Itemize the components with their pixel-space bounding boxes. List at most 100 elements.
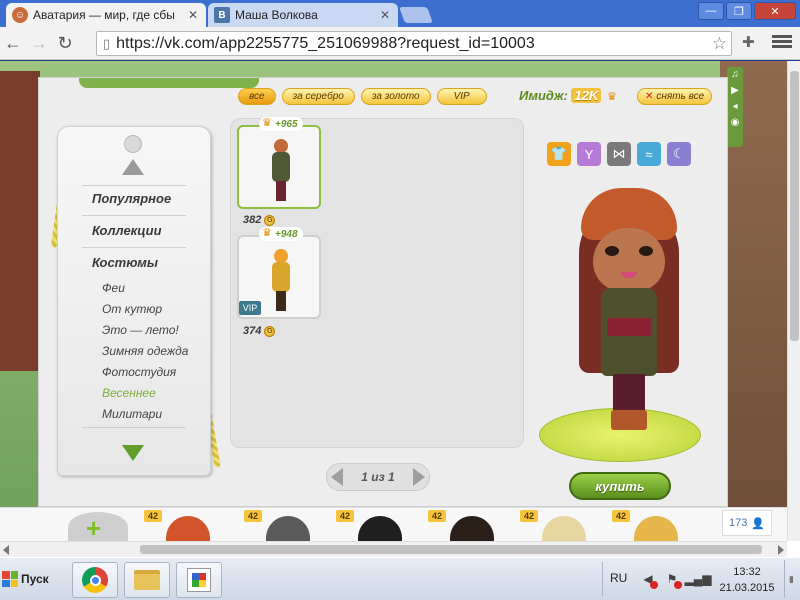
close-icon[interactable]: ✕ [378, 8, 392, 22]
level-badge: 42 [336, 510, 354, 522]
remove-all-label: снять все [656, 91, 705, 102]
friend-avatar[interactable]: 42 [144, 510, 224, 546]
filter-all-button[interactable]: все [238, 88, 276, 105]
start-button[interactable]: Пуск [2, 566, 52, 592]
shop-item-card[interactable]: +965 [237, 116, 321, 209]
folder-icon [134, 570, 160, 590]
shop-item-card[interactable]: +948 VIP [237, 226, 321, 319]
menu-item-collections[interactable]: Коллекции [92, 223, 162, 238]
tab-title: Маша Волкова [235, 8, 318, 22]
plus-icon: + [86, 513, 102, 543]
address-bar[interactable]: ▯ https://vk.com/app2255775_251069988?re… [96, 31, 732, 56]
game-viewport: ♫ ▶ ◂ ◉ все за серебро за золото VIP Имидж:… [0, 61, 800, 557]
vip-badge: VIP [239, 301, 261, 315]
tray-divider [602, 562, 603, 596]
moon-icon[interactable]: ☾ [667, 142, 691, 166]
menu-divider [82, 247, 186, 248]
level-badge: 42 [428, 510, 446, 522]
item-price: 382 G [243, 214, 276, 226]
friend-avatar[interactable]: 42 [612, 510, 692, 546]
friend-avatar[interactable]: 42 [428, 510, 508, 546]
prev-page-arrow-icon[interactable] [331, 468, 343, 486]
online-counter[interactable]: 173 👤 [722, 510, 772, 536]
tab-masha-volkova[interactable]: B Маша Волкова ✕ [208, 3, 398, 27]
subitem-haute-couture[interactable]: От кутюр [102, 302, 162, 316]
show-desktop-button[interactable]: ▮ [784, 560, 798, 598]
friend-avatar[interactable]: 42 [520, 510, 600, 546]
reload-icon[interactable]: ↻ [52, 30, 78, 56]
add-friend-button[interactable]: + [68, 512, 128, 542]
maximize-button[interactable]: ❐ [726, 2, 752, 20]
browser-tab-strip: ☺ Аватария — мир, где сбы ✕ B Маша Волко… [0, 0, 800, 27]
filter-vip-button[interactable]: VIP [436, 88, 487, 105]
image-score: Имидж: 12K ♛ [519, 88, 617, 103]
subitem-summer[interactable]: Это — лето! [102, 323, 179, 337]
filter-silver-button[interactable]: за серебро [281, 88, 355, 105]
menu-item-costumes[interactable]: Костюмы [92, 255, 158, 270]
bowtie-icon[interactable]: ⋈ [607, 142, 631, 166]
new-tab-button[interactable] [399, 7, 433, 23]
friend-avatar[interactable]: 42 [336, 510, 416, 546]
shirt-icon[interactable]: 👕 [547, 142, 571, 166]
subitem-fairies[interactable]: Феи [102, 281, 125, 295]
flag-icon[interactable]: ⚑ [664, 571, 682, 589]
price-filter-bar: все за серебро за золото VIP [238, 88, 487, 105]
remove-all-button[interactable]: ✕ снять все [637, 88, 713, 105]
scroll-right-arrow-icon[interactable] [778, 545, 784, 555]
back-arrow-icon[interactable]: ← [0, 30, 26, 56]
minimize-button[interactable]: — [698, 2, 724, 20]
taskbar-paint[interactable] [176, 562, 222, 598]
waves-icon[interactable]: ≈ [637, 142, 661, 166]
network-signal-icon[interactable]: ▂▄▆ [685, 571, 712, 587]
image-score-label: Имидж: [519, 88, 568, 103]
language-indicator[interactable]: RU [610, 571, 627, 585]
speaker-icon[interactable]: ◀ [640, 571, 658, 589]
extension-puzzle-icon[interactable]: ✚ [742, 33, 755, 51]
subitem-winter-clothes[interactable]: Зимняя одежда [102, 344, 188, 358]
system-clock[interactable]: 13:32 21.03.2015 [716, 564, 778, 596]
taskbar-chrome[interactable] [72, 562, 118, 598]
side-toolbar[interactable]: ♫ ▶ ◂ ◉ [727, 67, 743, 147]
close-icon: ✕ [645, 91, 654, 102]
page-vertical-scrollbar[interactable] [787, 61, 800, 541]
page-horizontal-scrollbar[interactable] [0, 541, 787, 557]
chrome-icon [82, 567, 108, 593]
outfit-preview [271, 249, 291, 311]
scroll-up-arrow-icon[interactable] [122, 159, 144, 175]
page-icon: ▯ [103, 35, 111, 51]
subitem-spring[interactable]: Весеннее [102, 386, 156, 400]
subitem-military[interactable]: Милитари [102, 407, 162, 421]
gold-coin-icon: G [264, 325, 276, 337]
tag-hole [124, 135, 142, 153]
item-price-value: 382 [243, 214, 262, 226]
page-indicator: 1 из 1 [361, 470, 395, 484]
items-grid: +965 382 G +948 VIP [230, 116, 524, 448]
scrollbar-thumb[interactable] [140, 545, 762, 554]
scroll-left-arrow-icon[interactable] [3, 545, 9, 555]
close-icon[interactable]: ✕ [186, 8, 200, 22]
windows-logo-icon [2, 571, 18, 587]
person-icon: 👤 [751, 517, 766, 530]
taskbar-explorer[interactable] [124, 562, 170, 598]
next-page-arrow-icon[interactable] [413, 468, 425, 486]
subitem-photostudio[interactable]: Фотостудия [102, 365, 176, 379]
close-window-button[interactable]: ✕ [754, 2, 796, 20]
image-score-value: 12K [571, 88, 602, 103]
url-text: https://vk.com/app2255775_251069988?requ… [116, 34, 535, 52]
avatar-coat [601, 288, 657, 376]
image-bonus-badge: +965 [259, 116, 303, 131]
friend-avatar[interactable]: 42 [244, 510, 324, 546]
image-bonus-badge: +948 [259, 226, 303, 241]
item-price: 374 G [243, 325, 276, 337]
browser-toolbar: ← → ↻ ▯ https://vk.com/app2255775_251069… [0, 27, 800, 60]
browser-menu-icon[interactable] [772, 33, 792, 50]
bookmark-star-icon[interactable]: ☆ [712, 34, 727, 54]
filter-gold-button[interactable]: за золото [360, 88, 431, 105]
forward-arrow-icon[interactable]: → [26, 30, 52, 56]
cocktail-icon[interactable]: Y [577, 142, 601, 166]
avatar-preview [569, 188, 689, 438]
buy-button[interactable]: купить [569, 472, 671, 500]
scroll-down-arrow-icon[interactable] [122, 445, 144, 461]
menu-item-popular[interactable]: Популярное [92, 191, 171, 206]
tab-avataria[interactable]: ☺ Аватария — мир, где сбы ✕ [6, 3, 206, 27]
